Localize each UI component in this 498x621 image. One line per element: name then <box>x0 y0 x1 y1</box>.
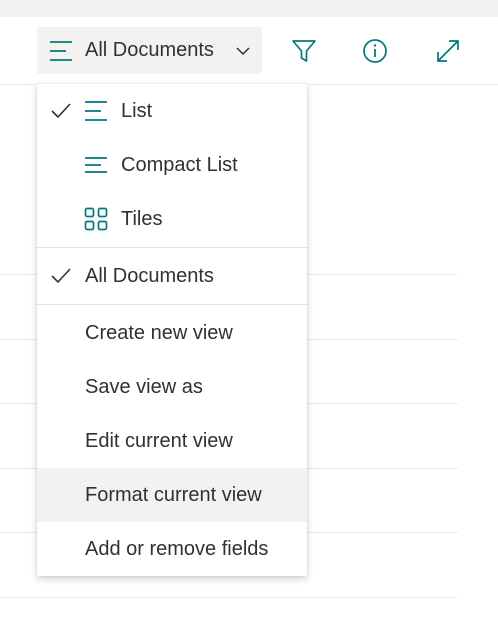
menu-item-create-new-view[interactable]: Create new view <box>37 306 307 360</box>
filter-button[interactable] <box>289 36 319 66</box>
menu-item-tiles[interactable]: Tiles <box>37 192 307 246</box>
menu-item-label: Edit current view <box>85 429 233 452</box>
row-divider <box>0 597 458 598</box>
menu-item-list[interactable]: List <box>37 84 307 138</box>
view-switcher-button[interactable]: All Documents <box>37 27 262 74</box>
menu-item-label: List <box>121 99 153 122</box>
expand-button[interactable] <box>433 36 463 66</box>
menu-item-all-documents[interactable]: All Documents <box>37 249 307 303</box>
info-button[interactable] <box>360 36 390 66</box>
menu-item-label: Save view as <box>85 375 203 398</box>
info-icon <box>362 38 388 64</box>
menu-item-format-current-view[interactable]: Format current view <box>37 468 307 522</box>
view-options-menu: List Compact List Tiles All Documents Cr… <box>37 84 307 576</box>
compact-list-icon <box>84 153 108 177</box>
checkmark-icon <box>50 101 72 121</box>
checkmark-icon <box>50 266 72 286</box>
menu-divider <box>37 304 307 305</box>
tiles-icon <box>84 207 108 231</box>
list-icon <box>84 99 108 123</box>
menu-item-add-or-remove-fields[interactable]: Add or remove fields <box>37 522 307 576</box>
view-switcher-label: All Documents <box>85 39 214 61</box>
menu-item-label: Format current view <box>85 483 262 506</box>
filter-icon <box>291 38 317 64</box>
menu-item-compact-list[interactable]: Compact List <box>37 138 307 192</box>
menu-item-save-view-as[interactable]: Save view as <box>37 360 307 414</box>
menu-item-edit-current-view[interactable]: Edit current view <box>37 414 307 468</box>
menu-item-label: Compact List <box>121 153 238 176</box>
chevron-down-icon <box>236 46 250 56</box>
top-strip <box>0 0 498 17</box>
expand-icon <box>435 38 461 64</box>
menu-item-label: All Documents <box>85 264 214 287</box>
menu-divider <box>37 247 307 248</box>
menu-item-label: Tiles <box>121 207 163 230</box>
menu-item-label: Create new view <box>85 321 233 344</box>
list-icon <box>49 39 73 63</box>
menu-item-label: Add or remove fields <box>85 537 269 560</box>
